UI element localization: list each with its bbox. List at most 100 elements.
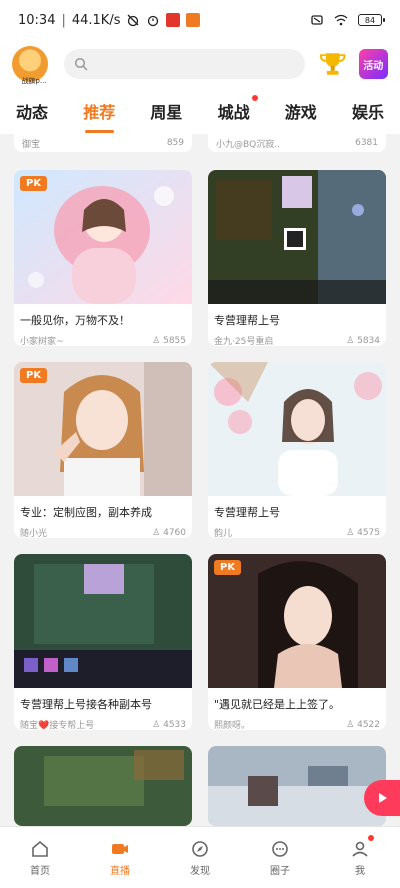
profile-icon xyxy=(352,841,368,857)
stream-meta: 随宝❤️接专帮上号 ♙ 4533 xyxy=(14,712,192,731)
stream-thumbnail xyxy=(14,746,192,826)
stream-meta: 熙颜呀。 ♙ 4522 xyxy=(208,712,386,731)
stream-card[interactable]: PK 一般见你，万物不及！ 小家树家~ ♙ 5855 xyxy=(14,170,192,346)
stream-title: "遇见就已经是上上签了。 xyxy=(214,698,341,711)
viewers-icon: ♙ xyxy=(346,719,358,730)
nav-circle[interactable]: 圈子 xyxy=(240,827,320,888)
streamer-name: 随小光 xyxy=(20,529,48,538)
viewers-icon: ♙ xyxy=(152,335,164,346)
stream-thumbnail: PK xyxy=(14,170,192,304)
search-icon xyxy=(74,57,88,71)
stream-title: 专营理帮上号接各种副本号 xyxy=(20,698,152,711)
nav-home[interactable]: 首页 xyxy=(0,827,80,888)
stream-card[interactable] xyxy=(14,746,192,826)
viewers-icon: ♙ xyxy=(346,335,358,346)
pk-badge: PK xyxy=(20,368,48,383)
status-left: 10:34 | 44.1K/s xyxy=(18,12,201,28)
tab-dynamic[interactable]: 动态 xyxy=(14,95,50,127)
stream-thumbnail xyxy=(208,746,386,826)
streamer-name: 金九·25号重启 xyxy=(214,337,274,346)
search-bar[interactable] xyxy=(64,49,306,79)
streamer-name: 随宝❤️接专帮上号 xyxy=(20,721,95,730)
stream-thumbnail xyxy=(14,554,192,688)
search-input[interactable] xyxy=(96,57,276,71)
battery-indicator: 84 xyxy=(358,14,385,26)
game-screenshot xyxy=(208,746,386,826)
avatar-caption: 战旗p... xyxy=(21,77,47,85)
stream-card-partial[interactable]: 小九@BQ沉寂.. 6381 xyxy=(208,134,386,152)
sim-icon xyxy=(311,15,323,25)
status-right: 84 xyxy=(310,13,385,27)
play-icon xyxy=(379,793,387,803)
viewer-count: ♙ 4575 xyxy=(346,527,380,538)
bottom-navigation: 首页 直播 发现 圈子 我 xyxy=(0,826,400,888)
promo-button[interactable]: 活动 xyxy=(358,49,388,79)
pk-badge: PK xyxy=(20,176,48,191)
stream-meta: 金九·25号重启 ♙ 5834 xyxy=(208,328,386,347)
stream-feed: 御宝 859 小九@BQ沉寂.. 6381 PK 一般见你，万物不及！ 小家树家~ … xyxy=(0,134,400,826)
partial-row: 御宝 859 小九@BQ沉寂.. 6381 xyxy=(14,134,386,152)
game-screenshot xyxy=(208,170,386,304)
alarm-off-icon xyxy=(128,14,139,27)
network-speed: 44.1K/s xyxy=(71,12,121,28)
status-bar: 10:34 | 44.1K/s 84 xyxy=(0,0,400,40)
stream-title: 专营理帮上号 xyxy=(214,506,280,519)
pk-badge: PK xyxy=(214,560,242,575)
top-bar: 战旗p... 活动 xyxy=(0,40,400,88)
viewer-count: ♙ 4760 xyxy=(152,527,186,538)
nav-profile[interactable]: 我 xyxy=(320,827,400,888)
stream-meta: 随小光 ♙ 4760 xyxy=(14,520,192,539)
stream-card-partial[interactable]: 御宝 859 xyxy=(14,134,192,152)
stream-card[interactable]: 专营理帮上号 金九·25号重启 ♙ 5834 xyxy=(208,170,386,346)
viewers-icon: ♙ xyxy=(346,527,358,538)
tab-recommend[interactable]: 推荐 xyxy=(81,95,117,133)
wifi-icon xyxy=(334,14,348,26)
viewer-count: ♙ 5834 xyxy=(346,335,380,346)
live-icon xyxy=(112,843,128,854)
streamer-name: 小家树家~ xyxy=(20,337,64,346)
category-tabs: 动态 推荐 周星 城战 游戏 娱乐 xyxy=(0,88,400,134)
streamer-name: 熙颜呀。 xyxy=(214,721,251,730)
viewer-count: ♙ 5855 xyxy=(152,335,186,346)
app-badge-icon xyxy=(166,13,181,27)
stream-meta: 韵儿 ♙ 4575 xyxy=(208,520,386,539)
viewer-count: ♙ 4522 xyxy=(346,719,380,730)
status-time: 10:34 xyxy=(18,12,56,28)
stream-thumbnail xyxy=(208,362,386,496)
tab-entertainment[interactable]: 娱乐 xyxy=(350,95,386,127)
game-screenshot xyxy=(14,554,192,688)
home-icon xyxy=(32,840,48,857)
streamer-name: 韵儿 xyxy=(214,529,233,538)
discover-icon xyxy=(192,840,208,857)
streamer-image xyxy=(208,362,386,496)
stream-thumbnail: PK xyxy=(208,554,386,688)
tab-weekly-star[interactable]: 周星 xyxy=(148,95,184,127)
trophy-icon[interactable] xyxy=(317,48,348,80)
alarm-icon xyxy=(148,15,159,27)
app-badge-icon-2 xyxy=(186,13,201,27)
stream-card[interactable] xyxy=(208,746,386,826)
profile-notification-dot xyxy=(368,835,374,841)
stream-thumbnail xyxy=(208,170,386,304)
stream-title: 专营理帮上号 xyxy=(214,314,280,327)
tab-city-battle[interactable]: 城战 xyxy=(216,95,258,127)
circle-icon xyxy=(272,840,288,857)
stream-meta: 小家树家~ ♙ 5855 xyxy=(14,328,192,347)
nav-live[interactable]: 直播 xyxy=(80,827,160,888)
viewers-icon: ♙ xyxy=(152,719,164,730)
game-screenshot xyxy=(14,746,192,826)
stream-card[interactable]: 专营理帮上号接各种副本号 随宝❤️接专帮上号 ♙ 4533 xyxy=(14,554,192,730)
stream-title: 一般见你，万物不及！ xyxy=(20,314,130,327)
viewers-icon: ♙ xyxy=(152,527,164,538)
stream-card[interactable]: PK 专业：定制应图，副本养成 随小光 ♙ 4760 xyxy=(14,362,192,538)
viewer-count: ♙ 4533 xyxy=(152,719,186,730)
floating-play-button[interactable] xyxy=(364,780,400,816)
nav-discover[interactable]: 发现 xyxy=(160,827,240,888)
stream-title: 专业：定制应图，副本养成 xyxy=(20,506,152,519)
stream-thumbnail: PK xyxy=(14,362,192,496)
tab-games[interactable]: 游戏 xyxy=(283,95,319,127)
tab-new-dot xyxy=(251,95,258,101)
stream-card[interactable]: PK "遇见就已经是上上签了。 熙颜呀。 ♙ 4522 xyxy=(208,554,386,730)
user-avatar[interactable]: 战旗p... xyxy=(12,46,48,85)
stream-card[interactable]: 专营理帮上号 韵儿 ♙ 4575 xyxy=(208,362,386,538)
